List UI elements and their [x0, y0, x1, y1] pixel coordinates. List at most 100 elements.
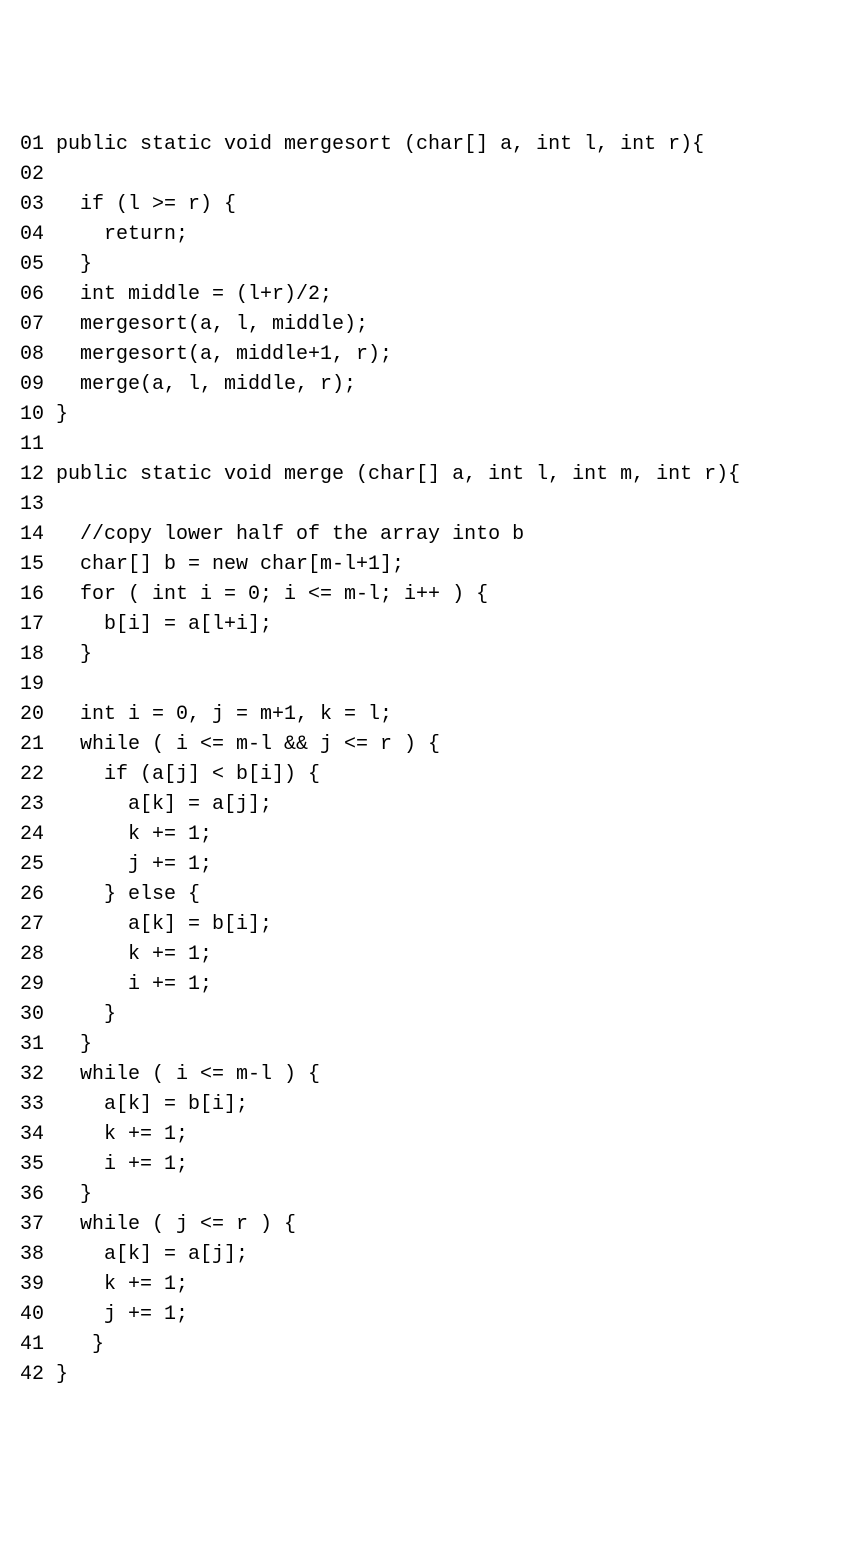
line-number: 08: [20, 340, 44, 370]
line-number: 01: [20, 130, 44, 160]
code-line: 38 a[k] = a[j];: [20, 1240, 846, 1270]
code-line: 40 j += 1;: [20, 1300, 846, 1330]
line-number: 27: [20, 910, 44, 940]
code-line: 21 while ( i <= m-l && j <= r ) {: [20, 730, 846, 760]
line-number: 23: [20, 790, 44, 820]
code-text: }: [56, 1330, 104, 1360]
code-line: 02: [20, 160, 846, 190]
line-number: 22: [20, 760, 44, 790]
line-number: 35: [20, 1150, 44, 1180]
line-number: 32: [20, 1060, 44, 1090]
code-text: }: [56, 1000, 116, 1030]
code-line: 39 k += 1;: [20, 1270, 846, 1300]
code-line: 30 }: [20, 1000, 846, 1030]
code-text: }: [56, 640, 92, 670]
code-line: 05 }: [20, 250, 846, 280]
code-line: 32 while ( i <= m-l ) {: [20, 1060, 846, 1090]
code-text: k += 1;: [56, 1270, 188, 1300]
line-number: 18: [20, 640, 44, 670]
code-line: 25 j += 1;: [20, 850, 846, 880]
line-number: 31: [20, 1030, 44, 1060]
code-text: char[] b = new char[m-l+1];: [56, 550, 404, 580]
code-text: j += 1;: [56, 1300, 188, 1330]
code-line: 17 b[i] = a[l+i];: [20, 610, 846, 640]
code-line: 28 k += 1;: [20, 940, 846, 970]
code-line: 24 k += 1;: [20, 820, 846, 850]
code-text: while ( i <= m-l && j <= r ) {: [56, 730, 440, 760]
code-line: 04 return;: [20, 220, 846, 250]
line-number: 37: [20, 1210, 44, 1240]
code-text: while ( j <= r ) {: [56, 1210, 296, 1240]
code-line: 27 a[k] = b[i];: [20, 910, 846, 940]
code-text: a[k] = a[j];: [56, 1240, 248, 1270]
code-line: 18 }: [20, 640, 846, 670]
code-line: 22 if (a[j] < b[i]) {: [20, 760, 846, 790]
code-line: 33 a[k] = b[i];: [20, 1090, 846, 1120]
code-text: if (l >= r) {: [56, 190, 236, 220]
line-number: 20: [20, 700, 44, 730]
line-number: 26: [20, 880, 44, 910]
line-number: 09: [20, 370, 44, 400]
code-text: int middle = (l+r)/2;: [56, 280, 332, 310]
code-text: k += 1;: [56, 940, 212, 970]
line-number: 29: [20, 970, 44, 1000]
line-number: 11: [20, 430, 44, 460]
code-line: 06 int middle = (l+r)/2;: [20, 280, 846, 310]
code-text: public static void merge (char[] a, int …: [56, 460, 740, 490]
code-line: 31 }: [20, 1030, 846, 1060]
line-number: 42: [20, 1360, 44, 1390]
line-number: 05: [20, 250, 44, 280]
line-number: 36: [20, 1180, 44, 1210]
code-line: 42}: [20, 1360, 846, 1390]
code-text: int i = 0, j = m+1, k = l;: [56, 700, 392, 730]
code-line: 13: [20, 490, 846, 520]
code-text: for ( int i = 0; i <= m-l; i++ ) {: [56, 580, 488, 610]
line-number: 13: [20, 490, 44, 520]
line-number: 17: [20, 610, 44, 640]
line-number: 33: [20, 1090, 44, 1120]
code-line: 08 mergesort(a, middle+1, r);: [20, 340, 846, 370]
code-line: 36 }: [20, 1180, 846, 1210]
code-text: j += 1;: [56, 850, 212, 880]
code-line: 09 merge(a, l, middle, r);: [20, 370, 846, 400]
code-text: mergesort(a, l, middle);: [56, 310, 368, 340]
line-number: 19: [20, 670, 44, 700]
code-block: 01 public static void mergesort (char[] a…: [20, 130, 846, 1390]
line-number: 28: [20, 940, 44, 970]
code-text: a[k] = b[i];: [56, 1090, 248, 1120]
line-number: 30: [20, 1000, 44, 1030]
line-number: 34: [20, 1120, 44, 1150]
code-line: 29 i += 1;: [20, 970, 846, 1000]
code-text: i += 1;: [56, 970, 212, 1000]
line-number: 16: [20, 580, 44, 610]
line-number: 25: [20, 850, 44, 880]
code-line: 12public static void merge (char[] a, in…: [20, 460, 846, 490]
code-text: public static void mergesort (char[] a, …: [56, 130, 704, 160]
code-line: 34 k += 1;: [20, 1120, 846, 1150]
code-text: }: [56, 400, 68, 430]
line-number: 03: [20, 190, 44, 220]
line-number: 14: [20, 520, 44, 550]
line-number: 06: [20, 280, 44, 310]
code-line: 10}: [20, 400, 846, 430]
code-text: }: [56, 250, 92, 280]
line-number: 39: [20, 1270, 44, 1300]
code-text: //copy lower half of the array into b: [56, 520, 524, 550]
code-text: a[k] = b[i];: [56, 910, 272, 940]
code-line: 23 a[k] = a[j];: [20, 790, 846, 820]
code-line: 37 while ( j <= r ) {: [20, 1210, 846, 1240]
code-line: 26 } else {: [20, 880, 846, 910]
code-text: }: [56, 1030, 92, 1060]
line-number: 21: [20, 730, 44, 760]
line-number: 40: [20, 1300, 44, 1330]
line-number: 41: [20, 1330, 44, 1360]
line-number: 15: [20, 550, 44, 580]
code-line: 19: [20, 670, 846, 700]
code-line: 35 i += 1;: [20, 1150, 846, 1180]
code-line: 15 char[] b = new char[m-l+1];: [20, 550, 846, 580]
code-line: 14 //copy lower half of the array into b: [20, 520, 846, 550]
line-number: 07: [20, 310, 44, 340]
code-line: 03 if (l >= r) {: [20, 190, 846, 220]
code-text: }: [56, 1360, 68, 1390]
line-number: 38: [20, 1240, 44, 1270]
